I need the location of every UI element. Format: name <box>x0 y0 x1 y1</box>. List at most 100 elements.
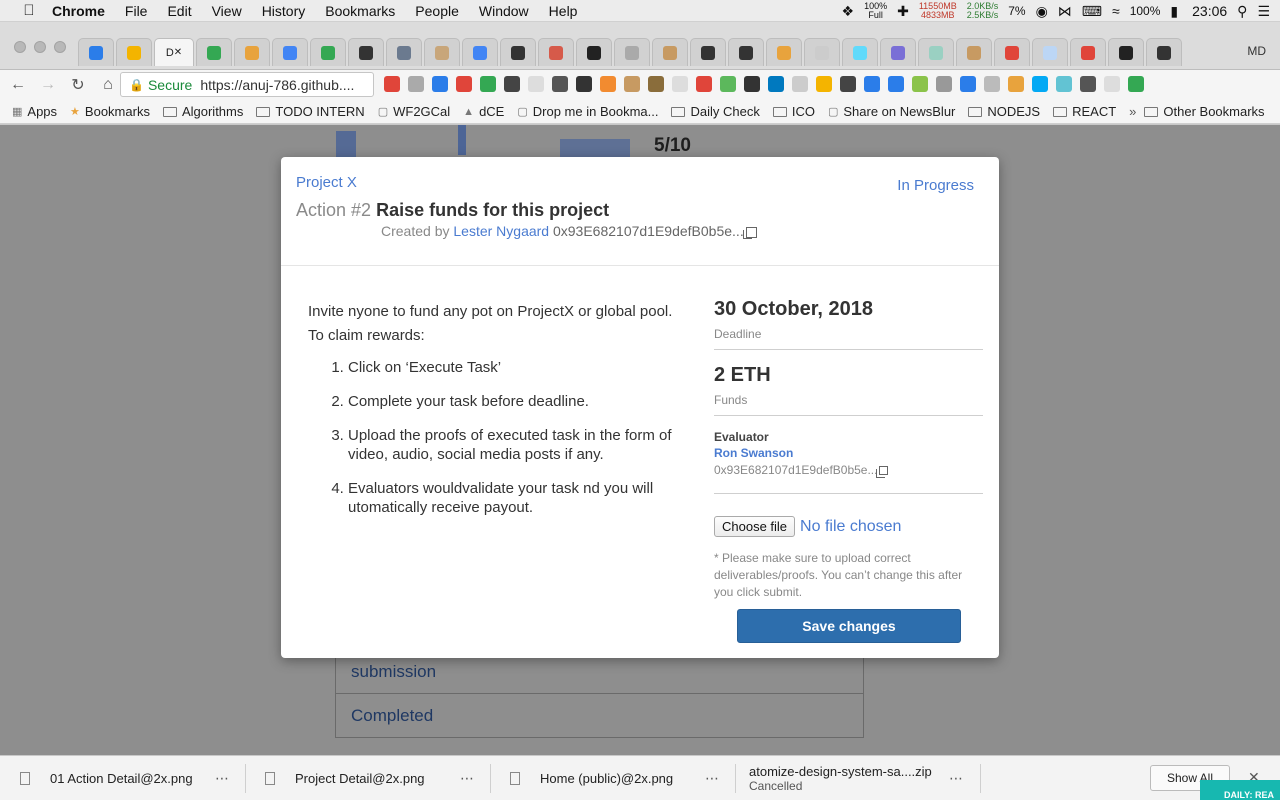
extension-icon[interactable] <box>1080 76 1096 92</box>
extension-icon[interactable] <box>840 76 856 92</box>
tab[interactable] <box>386 38 422 66</box>
bookmark-newsblur[interactable]: ▢ Share on NewsBlur <box>828 104 955 119</box>
bookmark-todo-intern[interactable]: TODO INTERN <box>256 104 365 119</box>
menu-window[interactable]: Window <box>479 3 529 19</box>
tab[interactable] <box>538 38 574 66</box>
extension-icon[interactable] <box>816 76 832 92</box>
more-bookmarks-chevron-icon[interactable]: » <box>1129 104 1136 119</box>
close-window-button[interactable] <box>14 41 26 53</box>
extension-icon[interactable] <box>576 76 592 92</box>
menu-view[interactable]: View <box>212 3 242 19</box>
menu-help[interactable]: Help <box>549 3 578 19</box>
tab[interactable] <box>116 38 152 66</box>
bookmark-dce[interactable]: ▲ dCE <box>463 104 504 119</box>
extension-icon[interactable] <box>504 76 520 92</box>
tab[interactable] <box>1146 38 1182 66</box>
bookmark-apps[interactable]: ▦ Apps <box>12 104 57 119</box>
extension-icon[interactable] <box>888 76 904 92</box>
extension-icon[interactable] <box>1008 76 1024 92</box>
tab[interactable] <box>880 38 916 66</box>
download-options-icon[interactable]: ⋯ <box>460 770 475 787</box>
bookmark-nodejs[interactable]: NODEJS <box>968 104 1040 119</box>
close-tab-icon[interactable]: ✕ <box>174 47 182 58</box>
apple-icon[interactable]:  <box>20 2 38 19</box>
extension-icon[interactable] <box>864 76 880 92</box>
choose-file-button[interactable]: Choose file <box>714 516 796 537</box>
extension-icon[interactable] <box>432 76 448 92</box>
menu-bookmarks[interactable]: Bookmarks <box>325 3 395 19</box>
corner-banner[interactable]: DAILY: REA <box>1200 780 1280 800</box>
download-item[interactable]: Home (public)@2x.png ⋯ <box>510 756 720 800</box>
extension-icon[interactable] <box>792 76 808 92</box>
tab[interactable] <box>500 38 536 66</box>
extension-icon[interactable] <box>672 76 688 92</box>
tab[interactable] <box>272 38 308 66</box>
extension-icon[interactable] <box>1056 76 1072 92</box>
download-item[interactable]: atomize-design-system-sa....zip Cancelle… <box>749 756 964 800</box>
extension-icon[interactable] <box>960 76 976 92</box>
tab[interactable] <box>842 38 878 66</box>
tab[interactable] <box>728 38 764 66</box>
tab[interactable] <box>766 38 802 66</box>
tab[interactable] <box>576 38 612 66</box>
save-changes-button[interactable]: Save changes <box>737 609 961 643</box>
bookmark-drop-me[interactable]: ▢ Drop me in Bookma... <box>517 104 658 119</box>
extension-icon[interactable] <box>768 76 784 92</box>
tab[interactable] <box>614 38 650 66</box>
eye-icon[interactable]: ◉ <box>1036 3 1048 20</box>
evaluator-name-link[interactable]: Ron Swanson <box>714 446 983 460</box>
profile-button[interactable]: MD <box>1247 44 1266 58</box>
extension-icon[interactable] <box>696 76 712 92</box>
extension-icon[interactable] <box>528 76 544 92</box>
tab[interactable] <box>994 38 1030 66</box>
extension-icon[interactable] <box>1128 76 1144 92</box>
tab[interactable] <box>1108 38 1144 66</box>
menu-people[interactable]: People <box>415 3 459 19</box>
extension-icon[interactable] <box>408 76 424 92</box>
tab[interactable] <box>918 38 954 66</box>
plus-icon[interactable]: ✚ <box>897 3 909 20</box>
minimize-window-button[interactable] <box>34 41 46 53</box>
extension-icon[interactable] <box>984 76 1000 92</box>
tab[interactable] <box>196 38 232 66</box>
bookmark-react[interactable]: REACT <box>1053 104 1116 119</box>
menu-file[interactable]: File <box>125 3 148 19</box>
bookmark-daily-check[interactable]: Daily Check <box>671 104 760 119</box>
extension-icon[interactable] <box>936 76 952 92</box>
download-options-icon[interactable]: ⋯ <box>949 770 964 787</box>
spotlight-search-icon[interactable]: ⚲ <box>1237 3 1247 20</box>
extension-icon[interactable] <box>912 76 928 92</box>
tab[interactable] <box>690 38 726 66</box>
tab[interactable] <box>78 38 114 66</box>
tab[interactable] <box>1032 38 1068 66</box>
home-icon[interactable]: ⌂ <box>96 76 120 94</box>
dropbox-icon[interactable]: ❖ <box>842 3 855 20</box>
keyboard-icon[interactable]: ⌨ <box>1082 3 1102 20</box>
extension-icon[interactable] <box>480 76 496 92</box>
extension-icon[interactable] <box>456 76 472 92</box>
download-options-icon[interactable]: ⋯ <box>705 770 720 787</box>
bookmark-bookmarks[interactable]: ★ Bookmarks <box>70 104 150 119</box>
forward-icon[interactable]: → <box>36 76 60 94</box>
clock[interactable]: 23:06 <box>1192 3 1227 19</box>
extension-icon[interactable] <box>1032 76 1048 92</box>
bookmark-other[interactable]: Other Bookmarks <box>1144 104 1265 119</box>
download-item[interactable]: 01 Action Detail@2x.png ⋯ <box>20 756 230 800</box>
project-link[interactable]: Project X <box>296 174 357 191</box>
download-options-icon[interactable]: ⋯ <box>215 770 230 787</box>
bookmark-algorithms[interactable]: Algorithms <box>162 104 243 119</box>
menu-app[interactable]: Chrome <box>52 3 105 19</box>
extension-icon[interactable] <box>744 76 760 92</box>
tab[interactable] <box>234 38 270 66</box>
tab[interactable] <box>348 38 384 66</box>
extension-icon[interactable] <box>600 76 616 92</box>
menu-history[interactable]: History <box>262 3 306 19</box>
extension-icon[interactable] <box>384 76 400 92</box>
tab-active[interactable]: D ✕ <box>154 38 194 66</box>
bluetooth-icon[interactable]: ⋈ <box>1058 3 1072 20</box>
reload-icon[interactable]: ↻ <box>66 75 90 95</box>
tab[interactable] <box>1070 38 1106 66</box>
extension-icon[interactable] <box>552 76 568 92</box>
extension-icon[interactable] <box>1104 76 1120 92</box>
bookmark-ico[interactable]: ICO <box>772 104 815 119</box>
